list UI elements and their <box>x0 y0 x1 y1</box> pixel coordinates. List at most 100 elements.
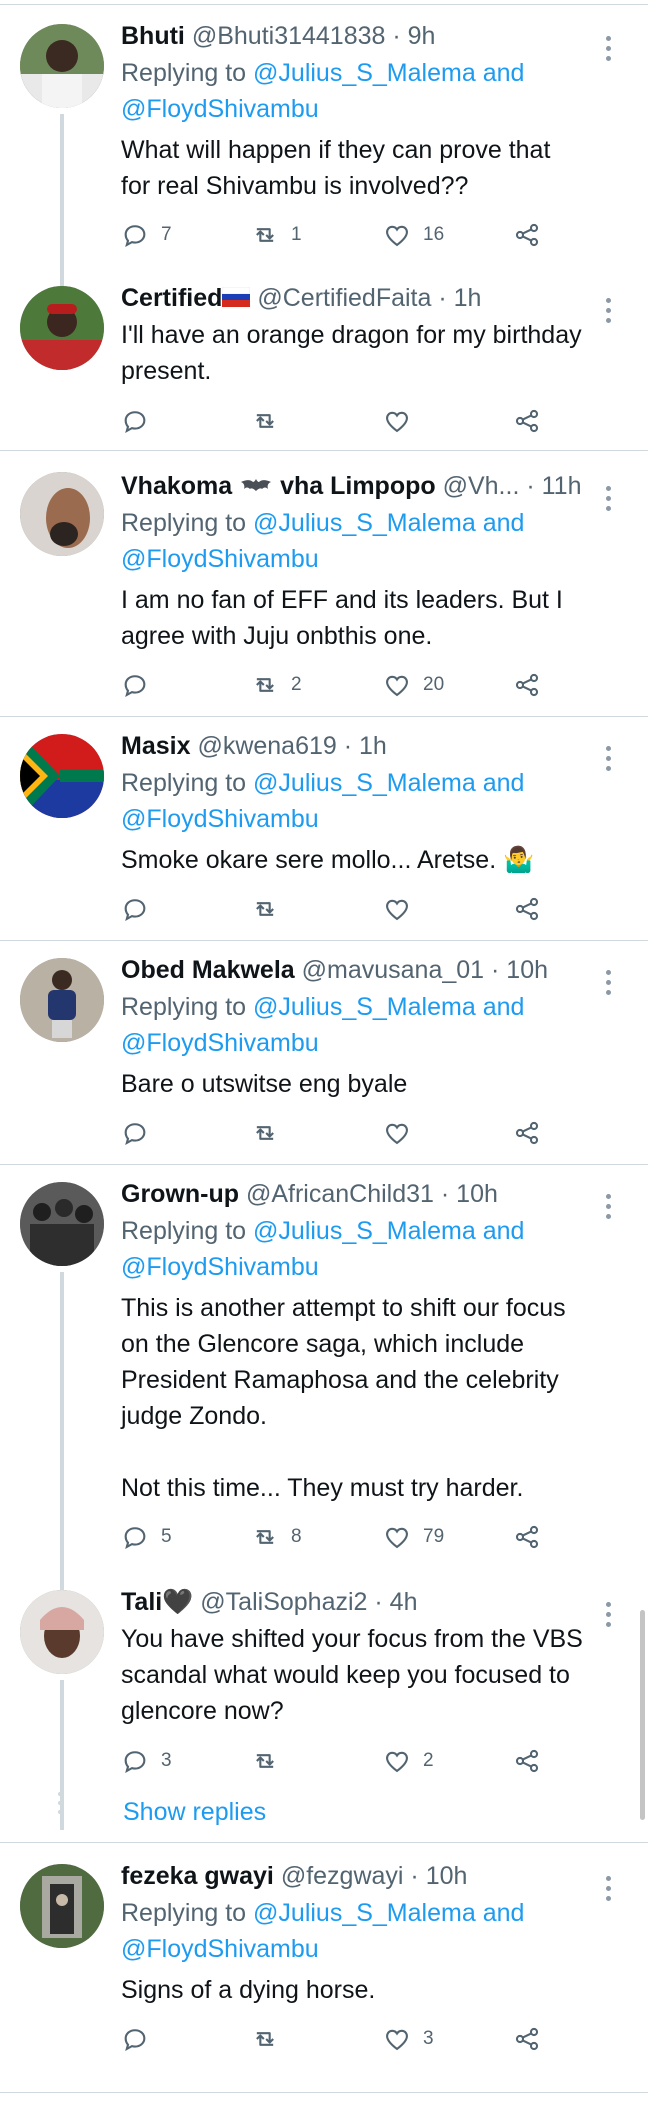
like-button[interactable]: 2 <box>383 1744 434 1778</box>
reply-button[interactable]: 7 <box>121 218 172 252</box>
avatar[interactable] <box>20 472 104 556</box>
share-button[interactable] <box>513 668 541 702</box>
display-name[interactable]: Obed Makwela <box>121 956 295 984</box>
scrollbar[interactable] <box>640 1610 645 1820</box>
mention-link[interactable]: @Julius_S_Malema <box>253 59 476 87</box>
like-button[interactable]: 79 <box>383 1520 444 1554</box>
avatar[interactable] <box>20 1590 104 1674</box>
handle[interactable]: @mavusana_01 <box>302 956 484 984</box>
timestamp[interactable]: · 11h <box>526 472 581 500</box>
reply-button[interactable]: 5 <box>121 1520 172 1554</box>
mention-link[interactable]: @Julius_S_Malema <box>253 1899 476 1927</box>
avatar[interactable] <box>20 958 104 1042</box>
timestamp[interactable]: · 10h <box>491 956 548 984</box>
timestamp[interactable]: · 10h <box>441 1180 498 1208</box>
retweet-button[interactable] <box>251 1116 291 1150</box>
handle[interactable]: @Vh... <box>443 472 520 500</box>
tweet-text-line: agree with Juju onbthis one. <box>121 622 433 650</box>
avatar[interactable] <box>20 24 104 108</box>
reply-icon <box>121 671 149 699</box>
retweet-icon <box>251 2025 279 2053</box>
handle[interactable]: @TaliSophazi2 <box>200 1588 367 1616</box>
timestamp[interactable]: · 1h <box>344 732 387 760</box>
more-icon[interactable] <box>606 1602 612 1632</box>
timestamp[interactable]: · 1h <box>438 284 481 312</box>
handle[interactable]: @AfricanChild31 <box>246 1180 434 1208</box>
like-button[interactable] <box>383 892 423 926</box>
mention-link[interactable]: @FloydShivambu <box>121 95 319 123</box>
mention-link[interactable]: @FloydShivambu <box>121 1029 319 1057</box>
display-name[interactable]: fezeka gwayi <box>121 1862 274 1890</box>
more-icon[interactable] <box>606 746 612 776</box>
reply-button[interactable]: 3 <box>121 1744 172 1778</box>
display-name[interactable]: Grown-up <box>121 1180 239 1208</box>
reply-button[interactable] <box>121 2022 161 2056</box>
more-icon[interactable] <box>606 1876 612 1906</box>
handle[interactable]: @kwena619 <box>197 732 336 760</box>
more-icon[interactable] <box>606 298 612 328</box>
handle[interactable]: @Bhuti31441838 <box>192 22 386 50</box>
more-icon[interactable] <box>606 486 612 516</box>
reply-button[interactable] <box>121 404 161 438</box>
reply-button[interactable] <box>121 892 161 926</box>
like-button[interactable]: 16 <box>383 218 444 252</box>
timestamp[interactable]: · 9h <box>392 22 435 50</box>
share-button[interactable] <box>513 1116 541 1150</box>
display-name[interactable]: Certified <box>121 284 222 312</box>
mention-link[interactable]: @FloydShivambu <box>121 1935 319 1963</box>
retweet-button[interactable]: 1 <box>251 218 302 252</box>
like-count: 3 <box>423 2028 434 2049</box>
mention-link[interactable]: @FloydShivambu <box>121 545 319 573</box>
share-button[interactable] <box>513 1520 541 1554</box>
mention-link[interactable]: @Julius_S_Malema <box>253 1217 476 1245</box>
avatar[interactable] <box>20 1864 104 1948</box>
thread-line <box>60 114 64 310</box>
share-icon <box>513 407 541 435</box>
display-name-suffix[interactable]: vha Limpopo <box>280 472 436 500</box>
retweet-button[interactable]: 2 <box>251 668 302 702</box>
mention-link[interactable]: @Julius_S_Malema <box>253 509 476 537</box>
timestamp[interactable]: · 4h <box>374 1588 417 1616</box>
display-name[interactable]: Bhuti <box>121 22 185 50</box>
handle[interactable]: @CertifiedFaita <box>257 284 431 312</box>
reply-button[interactable] <box>121 1116 161 1150</box>
more-icon[interactable] <box>606 1194 612 1224</box>
bat-icon <box>239 469 273 505</box>
like-button[interactable] <box>383 1116 423 1150</box>
more-icon[interactable] <box>606 36 612 66</box>
like-button[interactable]: 3 <box>383 2022 434 2056</box>
share-icon <box>513 1747 541 1775</box>
top-divider <box>0 4 648 5</box>
share-button[interactable] <box>513 2022 541 2056</box>
replying-to: Replying to @Julius_S_Malema and <box>121 1899 525 1927</box>
share-button[interactable] <box>513 892 541 926</box>
share-button[interactable] <box>513 218 541 252</box>
mention-link[interactable]: @FloydShivambu <box>121 805 319 833</box>
like-button[interactable]: 20 <box>383 668 444 702</box>
share-button[interactable] <box>513 1744 541 1778</box>
avatar[interactable] <box>20 1182 104 1266</box>
handle[interactable]: @fezgwayi <box>281 1862 404 1890</box>
retweet-button[interactable] <box>251 404 291 438</box>
russia-flag-icon <box>222 281 251 317</box>
display-name[interactable]: Tali🖤 <box>121 1588 193 1616</box>
mention-link[interactable]: @Julius_S_Malema <box>253 769 476 797</box>
reply-count: 7 <box>161 224 172 245</box>
retweet-button[interactable] <box>251 1744 291 1778</box>
mention-link[interactable]: @FloydShivambu <box>121 1253 319 1281</box>
timestamp[interactable]: · 10h <box>410 1862 467 1890</box>
heart-icon <box>383 221 411 249</box>
avatar[interactable] <box>20 286 104 370</box>
retweet-button[interactable] <box>251 2022 291 2056</box>
share-button[interactable] <box>513 404 541 438</box>
avatar[interactable] <box>20 734 104 818</box>
mention-link[interactable]: @Julius_S_Malema <box>253 993 476 1021</box>
retweet-button[interactable] <box>251 892 291 926</box>
display-name[interactable]: Vhakoma <box>121 472 232 500</box>
retweet-button[interactable]: 8 <box>251 1520 302 1554</box>
show-replies-link[interactable]: Show replies <box>123 1794 266 1830</box>
reply-button[interactable] <box>121 668 161 702</box>
more-icon[interactable] <box>606 970 612 1000</box>
like-button[interactable] <box>383 404 423 438</box>
display-name[interactable]: Masix <box>121 732 190 760</box>
